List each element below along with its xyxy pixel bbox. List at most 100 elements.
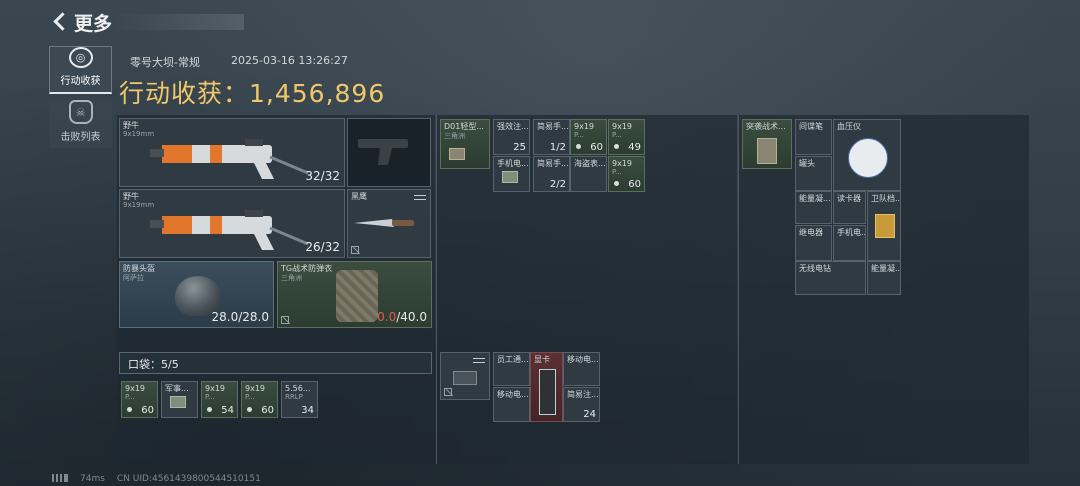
item-name: 罐头	[799, 159, 815, 168]
backpack-item[interactable]: 间谍笔	[795, 119, 832, 155]
item-name: 军事...	[165, 384, 189, 393]
secondary-weapon-slot[interactable]: 野牛 9x19mm 26/32	[119, 189, 345, 258]
footer: 74ms CN UID:4561439800544510151	[52, 474, 261, 484]
armor-durability-max: /40.0	[396, 310, 427, 324]
backpack-item[interactable]: 手机电...	[833, 225, 866, 261]
pouch-item[interactable]: 9x19 P... 60	[241, 381, 278, 418]
pouch-item[interactable]: 9x19 P... 54	[201, 381, 238, 418]
item-name: 读卡器	[837, 194, 861, 203]
signal-icon	[52, 474, 68, 482]
backpack-item[interactable]: 血压仪	[833, 119, 901, 191]
weapon-ammo: 32/32	[305, 169, 340, 183]
item-name: 显卡	[534, 355, 550, 364]
melee-name: 黑鹰	[351, 192, 367, 201]
item-name: 移动电...	[497, 390, 529, 399]
uid: CN UID:4561439800544510151	[116, 474, 261, 484]
backpack-item[interactable]: 读卡器	[833, 191, 866, 224]
map-name: 零号大坝-常规	[130, 56, 200, 69]
tab-loot[interactable]: ◎ 行动收获	[49, 46, 112, 94]
ammo-dot-icon	[207, 407, 212, 412]
backpack-item[interactable]: 能量凝...	[867, 261, 901, 295]
melee-slot[interactable]: 黑鹰	[347, 189, 431, 258]
rig-item[interactable]: 简易手... 1/2	[533, 119, 570, 155]
case-icon	[453, 371, 477, 385]
pouch-item[interactable]: 军事...	[161, 381, 198, 418]
item-name: 员工通...	[497, 355, 529, 364]
backpack-name: 突袭战术...	[746, 122, 786, 131]
backpack-item[interactable]: 继电器	[795, 225, 832, 261]
item-count: 25	[513, 142, 526, 153]
back-button[interactable]: 更多	[52, 10, 112, 35]
armor-slot[interactable]: TG战术防弹衣 三角洲 0.0/40.0	[277, 261, 432, 328]
tab-kills[interactable]: ☠ 击败列表	[49, 100, 112, 148]
rig-item[interactable]: 简易手... 2/2	[533, 156, 570, 192]
match-datetime: 2025-03-16 13:26:27	[231, 54, 348, 67]
backpack-item[interactable]: 罐头	[795, 156, 832, 191]
gpu-icon	[539, 369, 556, 415]
armor-durability: 0.0/40.0	[377, 310, 427, 324]
pouch-item[interactable]: 9x19 P... 60	[121, 381, 158, 418]
ammo-dot-icon	[127, 407, 132, 412]
item-count: 1/2	[549, 142, 566, 153]
rig-item[interactable]: 手机电...	[493, 156, 530, 192]
armor-durability-current: 0.0	[377, 310, 397, 324]
swap-icon	[414, 193, 426, 201]
item-name: 简易手...	[537, 122, 569, 131]
backpack-item[interactable]: 无线电钻	[795, 261, 866, 295]
item-name: 能量凝...	[871, 264, 901, 273]
item-name: 简易注...	[567, 390, 599, 399]
case-item[interactable]: 移动电...	[493, 387, 530, 422]
case-item[interactable]: 移动电...	[563, 352, 600, 386]
item-count: 60	[628, 179, 641, 190]
item-sub: P...	[125, 393, 135, 401]
case-item[interactable]: 显卡	[530, 352, 563, 422]
helmet-sub: 阿萨拉	[123, 274, 144, 282]
item-sub: P...	[574, 131, 584, 139]
pistol-slot[interactable]	[347, 118, 431, 187]
helmet-durability: 28.0/28.0	[211, 310, 269, 324]
item-sub: P...	[205, 393, 215, 401]
knife-icon	[354, 219, 414, 227]
rig-item[interactable]: 9x19 P... 60	[570, 119, 607, 155]
file-icon	[875, 214, 895, 238]
backpack-item[interactable]: 能量凝...	[795, 191, 832, 224]
armor-sub: 三角洲	[281, 274, 302, 282]
backpack-icon	[757, 138, 777, 164]
pouch-title: 口袋：5/5	[119, 352, 432, 374]
item-name: 血压仪	[837, 122, 861, 131]
lock-icon	[281, 316, 289, 324]
item-count: 60	[590, 142, 603, 153]
rig-item[interactable]: 海盗表...	[570, 156, 607, 192]
pouch-item[interactable]: 5.56... RRLP 34	[281, 381, 318, 418]
item-name: 移动电...	[567, 355, 599, 364]
primary-weapon-slot[interactable]: 野牛 9x19mm 32/32	[119, 118, 345, 187]
rig-icon	[449, 148, 465, 160]
ammo-dot-icon	[247, 407, 252, 412]
ping: 74ms	[80, 474, 105, 484]
ammo-dot-icon	[614, 144, 619, 149]
case-item[interactable]: 员工通...	[493, 352, 530, 386]
backpack-item[interactable]: 卫队档...	[867, 191, 901, 261]
rig-item[interactable]: 强效注... 25	[493, 119, 530, 155]
rig-item[interactable]: 9x19 P... 49	[608, 119, 645, 155]
item-name: 手机电...	[837, 228, 866, 237]
item-name: 间谍笔	[799, 122, 823, 131]
rig-sub: 三角洲	[444, 132, 465, 140]
item-count: 60	[141, 405, 154, 416]
backpack-slot[interactable]: 突袭战术...	[742, 119, 792, 169]
item-name: 强效注...	[497, 122, 529, 131]
swap-icon	[473, 356, 485, 364]
helmet-slot[interactable]: 防暴头盔 阿萨拉 28.0/28.0	[119, 261, 274, 328]
skull-icon: ☠	[68, 100, 93, 124]
case-item[interactable]: 简易注... 24	[563, 387, 600, 422]
lock-icon	[444, 388, 452, 396]
pistol-icon	[358, 139, 408, 165]
battery-icon	[502, 171, 518, 183]
case-slot[interactable]	[440, 352, 490, 400]
item-count: 2/2	[549, 179, 566, 190]
item-sub: P...	[612, 131, 622, 139]
chest-rig-slot[interactable]: D01轻型... 三角洲	[440, 119, 490, 169]
rig-item[interactable]: 9x19 P... 60	[608, 156, 645, 192]
tab-kills-label: 击败列表	[60, 132, 101, 143]
lock-icon	[351, 246, 359, 254]
